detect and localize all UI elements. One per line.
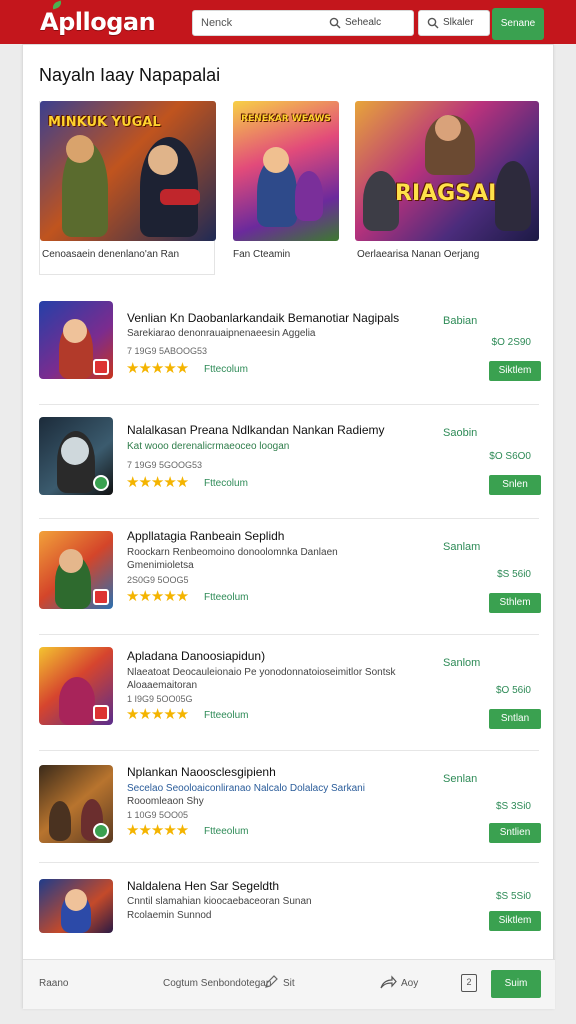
rating-stars-icon: ★★★★★ [126, 588, 189, 605]
featured-caption: Cenoasaein denenlano'an Ran [42, 249, 180, 260]
search-icon [427, 16, 439, 34]
app-tag: Ftteeolum [204, 592, 249, 603]
app-badge-icon [93, 359, 109, 375]
app-thumbnail [39, 301, 113, 379]
app-price: Babian [443, 315, 478, 327]
app-tag: Ftteeolum [204, 710, 249, 721]
app-description: Secelao Seooloaiconliranao Nalcalo Dolal… [127, 783, 365, 794]
footer-share-label: Aoy [401, 978, 419, 989]
app-description-line2: Gmenimioletsa [127, 560, 194, 571]
app-thumbnail [39, 765, 113, 843]
page-title: Nayaln Iaay Napapalai [39, 65, 221, 85]
app-meta: 1 10G9 5OO05 [127, 810, 189, 820]
app-description-line2: Aloaaemaitoran [127, 680, 198, 691]
search-label: Sehealc [345, 17, 382, 28]
app-secondary-price: $S 5Si0 [495, 891, 531, 902]
app-badge-icon [93, 705, 109, 721]
app-tag: Ftteeolum [204, 826, 249, 837]
featured-card[interactable]: RIAGSAI Oerlaearisa Nanan Oerjang [355, 101, 539, 275]
app-description: Nlaeatoat Deocauleionaio Pe yonodonnatoi… [127, 667, 396, 678]
filter-label: Slkaler [443, 17, 474, 28]
list-item[interactable]: Nalalkasan Preana Ndlkandan Nankan Radie… [39, 405, 541, 519]
app-meta: 7 19G9 5ABOOG53 [127, 346, 208, 356]
app-thumbnail [39, 879, 113, 933]
app-price: Saobin [443, 427, 478, 439]
search-input[interactable]: Nenck Sehealc [192, 10, 414, 36]
featured-art-text: RIAGSAI [395, 181, 497, 206]
header-action-button[interactable]: Senane [492, 8, 544, 40]
app-logo[interactable]: Apllogan [40, 8, 156, 36]
featured-card[interactable]: RENEKAR WEAWS Fan Cteamin [233, 101, 339, 275]
footer-middle-link[interactable]: Cogtum Senbondotegan [163, 978, 271, 989]
app-tag: Fttecolum [204, 478, 248, 489]
featured-art-text: MINKUK YUGAL [48, 115, 161, 130]
app-thumbnail [39, 417, 113, 495]
featured-image: RENEKAR WEAWS [233, 101, 339, 241]
list-item[interactable]: Venlian Kn Daobanlarkandaik Bemanotiar N… [39, 291, 541, 405]
app-title[interactable]: Naldalena Hen Sar Segeldth [127, 879, 279, 893]
list-item[interactable]: Appllatagia Ranbeain Seplidh Roockarn Re… [39, 519, 541, 635]
install-button[interactable]: Sthlem [489, 593, 541, 613]
footer-edit-label: Sit [283, 978, 295, 989]
rating-stars-icon: ★★★★★ [126, 474, 189, 491]
footer-left-link[interactable]: Raano [39, 978, 68, 989]
install-button[interactable]: Sntlien [489, 823, 541, 843]
app-tag: Fttecolum [204, 364, 248, 375]
rating-stars-icon: ★★★★★ [126, 360, 189, 377]
list-item[interactable]: Nplankan Naoosclesgipienh Secelao Seoolo… [39, 751, 541, 863]
install-button[interactable]: Siktlem [489, 911, 541, 931]
rating-stars-icon: ★★★★★ [126, 706, 189, 723]
app-price: Sanlom [443, 657, 481, 669]
search-icon [329, 16, 341, 34]
app-secondary-price: $O 56i0 [495, 685, 531, 696]
install-button[interactable]: Snlen [489, 475, 541, 495]
app-description-line2: Rooomleaon Shy [127, 796, 204, 807]
page-icon[interactable]: 2 [461, 974, 477, 992]
app-description: Cnntil slamahian kioocaebaceoran Sunan [127, 896, 312, 907]
list-item[interactable]: Apladana Danoosiapidun) Nlaeatoat Deocau… [39, 635, 541, 751]
app-secondary-price: $S 56i0 [497, 569, 531, 580]
app-secondary-price: $O S6O0 [489, 451, 531, 462]
install-button[interactable]: Sntlan [489, 709, 541, 729]
app-secondary-price: $O 2S90 [491, 337, 531, 348]
app-thumbnail [39, 531, 113, 609]
footer-submit-button[interactable]: Suim [491, 970, 541, 998]
main-content: Nayaln Iaay Napapalai MINKUK YUGAL Cenoa… [22, 44, 555, 1009]
app-badge-icon [93, 823, 109, 839]
featured-caption: Fan Cteamin [233, 249, 291, 260]
install-button[interactable]: Siktlem [489, 361, 541, 381]
app-price: Sanlam [443, 541, 481, 553]
app-price: Senlan [443, 773, 478, 785]
top-bar: Apllogan Nenck Sehealc Slkaler Senane [0, 0, 576, 44]
app-description: Kat wooo derenalicrmaeoceo loogan [127, 441, 290, 452]
app-description: Sarekiarao denonrauaipnenaeesin Aggelia [127, 328, 316, 339]
footer-bar: Raano Cogtum Senbondotegan Sit Aoy 2 Sui… [23, 959, 555, 1009]
app-thumbnail [39, 647, 113, 725]
app-title[interactable]: Apladana Danoosiapidun) [127, 649, 265, 663]
rating-stars-icon: ★★★★★ [126, 822, 189, 839]
app-description-line2: Rcolaemin Sunnod [127, 910, 212, 921]
app-description: Roockarn Renbeomoino donoolomnka Danlaen [127, 547, 338, 558]
share-icon[interactable] [379, 974, 397, 995]
filter-search-field[interactable]: Slkaler [418, 10, 490, 36]
app-secondary-price: $S 3Si0 [495, 801, 531, 812]
app-title[interactable]: Nplankan Naoosclesgipienh [127, 765, 276, 779]
featured-image: RIAGSAI [355, 101, 539, 241]
app-title[interactable]: Nalalkasan Preana Ndlkandan Nankan Radie… [127, 423, 384, 437]
featured-card[interactable]: MINKUK YUGAL Cenoasaein denenlano'an Ran [39, 101, 216, 275]
app-meta: 7 19G9 5GOOG53 [127, 460, 203, 470]
app-title[interactable]: Venlian Kn Daobanlarkandaik Bemanotiar N… [127, 311, 399, 325]
featured-image: MINKUK YUGAL [40, 101, 216, 241]
app-badge-icon [93, 475, 109, 491]
app-title[interactable]: Appllatagia Ranbeain Seplidh [127, 529, 284, 543]
app-meta: 1 I9G9 5OO05G [127, 694, 193, 704]
app-badge-icon [93, 589, 109, 605]
featured-caption: Oerlaearisa Nanan Oerjang [357, 249, 480, 260]
search-placeholder: Nenck [201, 17, 233, 29]
list-item[interactable]: Naldalena Hen Sar Segeldth Cnntil slamah… [39, 863, 541, 955]
pencil-icon[interactable] [263, 974, 279, 995]
app-meta: 2S0G9 5OOG5 [127, 575, 189, 585]
featured-art-text: RENEKAR WEAWS [241, 114, 331, 124]
